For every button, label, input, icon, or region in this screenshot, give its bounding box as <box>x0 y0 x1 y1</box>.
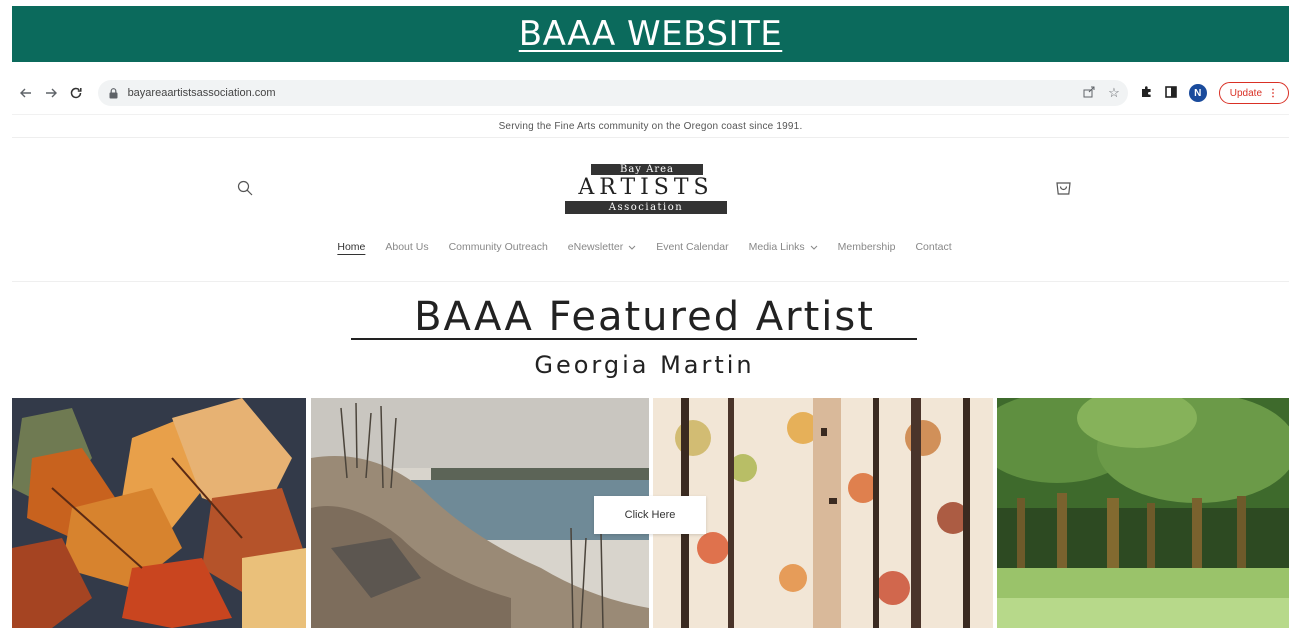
url-text[interactable]: bayareaartistsassociation.com <box>128 87 276 99</box>
update-button[interactable]: Update ⋮ <box>1218 82 1289 104</box>
chevron-down-icon <box>810 243 818 252</box>
search-icon[interactable] <box>237 180 253 201</box>
featured-title: BAAA Featured Artist <box>414 294 875 340</box>
nav-item-contact[interactable]: Contact <box>915 241 951 253</box>
nav-label: Event Calendar <box>656 241 729 253</box>
more-vert-icon[interactable]: ⋮ <box>1268 88 1278 99</box>
nav-label: Community Outreach <box>448 241 548 253</box>
address-bar[interactable]: bayareaartistsassociation.com ☆ <box>97 80 1128 106</box>
announcement-bar: Serving the Fine Arts community on the O… <box>12 114 1289 138</box>
forward-arrow-icon[interactable] <box>41 82 60 104</box>
nav-label: Membership <box>837 241 896 253</box>
nav-label: Contact <box>915 241 952 253</box>
nav-item-membership[interactable]: Membership <box>838 241 896 253</box>
nav-item-community-outreach[interactable]: Community Outreach <box>449 241 548 253</box>
profile-avatar[interactable]: N <box>1188 84 1207 102</box>
nav-label: Home <box>337 241 366 253</box>
click-here-button[interactable]: Click Here <box>594 496 706 534</box>
chevron-down-icon <box>628 243 636 252</box>
autumn-leaves-painting[interactable] <box>12 398 306 628</box>
nav-label: Media Links <box>748 241 805 253</box>
artist-name: Georgia Martin <box>534 351 755 379</box>
banner-title: BAAA WEBSITE <box>518 14 783 54</box>
click-here-label: Click Here <box>624 509 676 521</box>
nav-item-home[interactable]: Home <box>337 241 365 253</box>
title-underline <box>351 338 917 340</box>
nav-label: About Us <box>385 241 429 253</box>
header-divider <box>12 281 1289 282</box>
reload-icon[interactable] <box>66 82 85 104</box>
side-panel-icon[interactable] <box>1164 85 1177 101</box>
nav-item-about-us[interactable]: About Us <box>385 241 428 253</box>
cart-icon[interactable] <box>1055 180 1072 202</box>
logo-middle-text: ARTISTS <box>578 175 714 200</box>
green-forest-painting[interactable] <box>997 398 1289 628</box>
logo-bottom-text: Association <box>565 201 727 214</box>
nav-label: eNewsletter <box>567 241 624 253</box>
back-arrow-icon[interactable] <box>16 82 35 104</box>
browser-toolbar: bayareaartistsassociation.com ☆ N Update… <box>12 76 1289 110</box>
nav-item-event-calendar[interactable]: Event Calendar <box>656 241 728 253</box>
nav-item-media-links[interactable]: Media Links <box>749 241 818 253</box>
nav-item-enewsletter[interactable]: eNewsletter <box>568 241 636 253</box>
lock-icon[interactable] <box>108 87 120 99</box>
top-banner: BAAA WEBSITE <box>12 6 1289 62</box>
update-label: Update <box>1229 87 1263 99</box>
share-icon[interactable] <box>1083 85 1096 101</box>
star-icon[interactable]: ☆ <box>1108 85 1120 101</box>
announcement-text: Serving the Fine Arts community on the O… <box>498 120 803 132</box>
site-logo[interactable]: Bay Area ARTISTS Association <box>565 164 727 214</box>
main-navigation: Home About Us Community Outreach eNewsle… <box>0 236 1289 258</box>
puzzle-icon[interactable] <box>1140 85 1153 101</box>
logo-top-text: Bay Area <box>591 164 703 175</box>
